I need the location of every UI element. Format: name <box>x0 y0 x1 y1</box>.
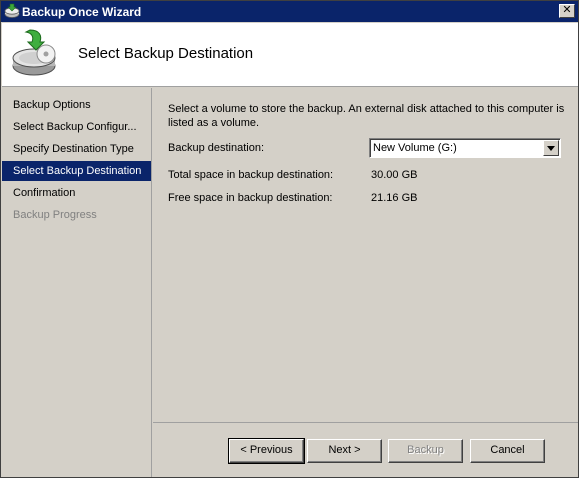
backup-app-icon <box>4 3 20 19</box>
title-bar[interactable]: Backup Once Wizard ✕ <box>1 1 578 22</box>
wizard-steps-nav: Backup Options Select Backup Configur...… <box>2 88 152 477</box>
nav-item-backup-options[interactable]: Backup Options <box>2 95 151 115</box>
previous-button[interactable]: < Previous <box>228 438 305 464</box>
destination-select-value: New Volume (G:) <box>373 142 457 154</box>
nav-item-backup-progress: Backup Progress <box>13 209 97 221</box>
backup-button: Backup <box>388 439 463 463</box>
total-space-label: Total space in backup destination: <box>168 169 334 181</box>
wizard-header: Select Backup Destination <box>2 23 578 87</box>
nav-item-confirmation[interactable]: Confirmation <box>2 183 151 203</box>
dropdown-arrow-button[interactable] <box>543 140 559 156</box>
destination-label: Backup destination: <box>168 142 265 154</box>
cancel-button[interactable]: Cancel <box>470 439 545 463</box>
page-title: Select Backup Destination <box>78 45 254 62</box>
instructions-text: Select a volume to store the backup. An … <box>168 103 565 129</box>
close-icon: ✕ <box>562 4 572 16</box>
nav-item-specify-destination-type[interactable]: Specify Destination Type <box>2 139 151 159</box>
window-title: Backup Once Wizard <box>22 5 142 19</box>
backup-disk-icon <box>10 28 62 80</box>
free-space-label: Free space in backup destination: <box>168 192 333 204</box>
chevron-down-icon <box>547 146 555 151</box>
nav-item-select-backup-configuration[interactable]: Select Backup Configur... <box>2 117 151 137</box>
wizard-content: Select a volume to store the backup. An … <box>153 88 578 422</box>
free-space-value: 21.16 GB <box>371 192 418 204</box>
wizard-footer: < Previous Next > Backup Cancel <box>153 422 578 477</box>
destination-select[interactable]: New Volume (G:) <box>369 138 561 158</box>
total-space-value: 30.00 GB <box>371 169 418 181</box>
nav-item-select-backup-destination[interactable]: Select Backup Destination <box>2 161 151 181</box>
next-button[interactable]: Next > <box>307 439 382 463</box>
close-button[interactable]: ✕ <box>559 4 575 18</box>
wizard-window: Backup Once Wizard ✕ Select Backup Desti… <box>0 0 579 478</box>
